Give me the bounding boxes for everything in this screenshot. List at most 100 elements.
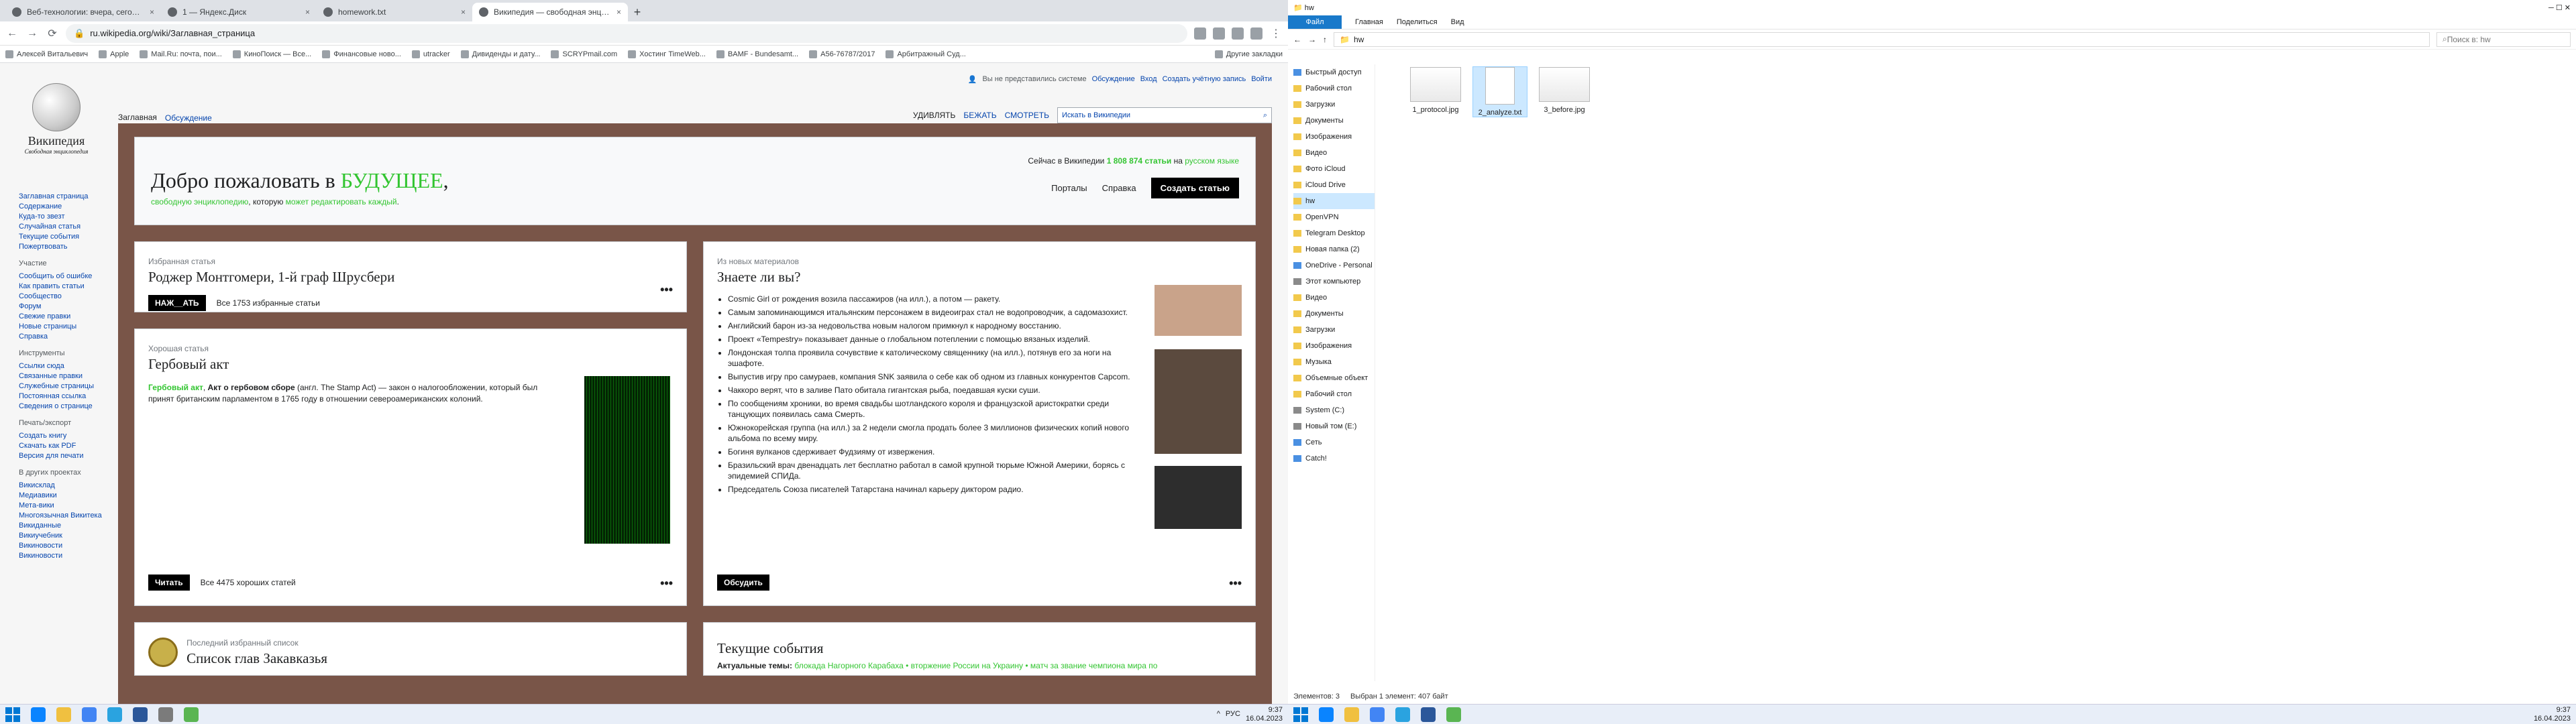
nav-item[interactable]: Объемные объект bbox=[1293, 370, 1375, 386]
nav-item[interactable]: Видео bbox=[1293, 290, 1375, 306]
discuss-button[interactable]: Обсудить bbox=[717, 575, 769, 591]
language-indicator[interactable]: РУС bbox=[1226, 710, 1240, 719]
sidebar-link[interactable]: Текущие события bbox=[19, 232, 102, 242]
extension-icon[interactable] bbox=[1213, 27, 1225, 40]
anyone-can-edit-link[interactable]: может редактировать каждый bbox=[286, 197, 397, 206]
all-featured-link[interactable]: Все 1753 избранные статьи bbox=[217, 298, 320, 308]
word-icon[interactable] bbox=[1421, 707, 1436, 722]
other-bookmarks[interactable]: Другие закладки bbox=[1214, 50, 1283, 58]
sidebar-link[interactable]: Многоязычная Викитека bbox=[19, 511, 102, 521]
nav-item[interactable]: Новый том (E:) bbox=[1293, 418, 1375, 434]
ribbon-view[interactable]: Вид bbox=[1451, 18, 1464, 26]
list-title[interactable]: Список глав Закавказья bbox=[186, 650, 327, 667]
sidebar-link[interactable]: Сообщество bbox=[19, 292, 102, 302]
nav-item[interactable]: Документы bbox=[1293, 113, 1375, 129]
help-button[interactable]: Справка bbox=[1102, 183, 1136, 193]
back-icon[interactable]: ← bbox=[5, 27, 19, 40]
create-account-link[interactable]: Создать учётную запись bbox=[1163, 75, 1246, 84]
tab-1[interactable]: Веб-технологии: вчера, сегодн... × bbox=[5, 3, 161, 21]
search-field[interactable]: ⌕ Поиск в: hw bbox=[2436, 32, 2571, 47]
clock[interactable]: ^ РУС 9:37 16.04.2023 bbox=[1217, 706, 1283, 723]
nav-item[interactable]: Загрузки bbox=[1293, 97, 1375, 113]
sidebar-link[interactable]: Мета-вики bbox=[19, 501, 102, 511]
close-icon[interactable]: × bbox=[461, 7, 466, 17]
nav-item[interactable]: Этот компьютер bbox=[1293, 274, 1375, 290]
file-item[interactable]: 2_analyze.txt bbox=[1472, 66, 1527, 117]
nav-item[interactable]: Сеть bbox=[1293, 434, 1375, 450]
sidebar-link[interactable]: Новые страницы bbox=[19, 322, 102, 332]
free-encyclopedia-link[interactable]: свободную энциклопедию bbox=[151, 197, 248, 206]
nav-item[interactable]: Изображения bbox=[1293, 338, 1375, 354]
matrix-image[interactable] bbox=[584, 376, 670, 544]
wikipedia-logo[interactable]: Википедия Свободная энциклопедия bbox=[23, 83, 90, 157]
reload-icon[interactable]: ⟳ bbox=[46, 27, 59, 40]
sidebar-link[interactable]: Викисклад bbox=[19, 481, 102, 491]
more-icon[interactable]: ••• bbox=[660, 577, 673, 591]
nav-item[interactable]: Новая папка (2) bbox=[1293, 241, 1375, 257]
close-icon[interactable]: × bbox=[616, 7, 621, 17]
good-article-title[interactable]: Гербовый акт bbox=[148, 356, 673, 373]
topic-links[interactable]: блокада Нагорного Карабаха • вторжение Р… bbox=[794, 661, 1157, 670]
menu-icon[interactable]: ⋮ bbox=[1269, 27, 1283, 40]
search-input[interactable]: Искать в Википедии ⌕ bbox=[1057, 107, 1272, 123]
edge-icon[interactable] bbox=[1319, 707, 1334, 722]
contributions-link[interactable]: Вход bbox=[1140, 75, 1157, 84]
bookmark[interactable]: Финансовые ново... bbox=[322, 50, 401, 58]
telegram-icon[interactable] bbox=[1395, 707, 1410, 722]
bookmark[interactable]: SCRYPmail.com bbox=[551, 50, 617, 58]
sidebar-link[interactable]: Заглавная страница bbox=[19, 192, 102, 202]
nav-item[interactable]: OpenVPN bbox=[1293, 209, 1375, 225]
extension-icon[interactable] bbox=[1194, 27, 1206, 40]
app-icon[interactable] bbox=[158, 707, 173, 722]
explorer-icon[interactable] bbox=[56, 707, 71, 722]
nav-item[interactable]: OneDrive - Personal bbox=[1293, 257, 1375, 274]
telegram-icon[interactable] bbox=[107, 707, 122, 722]
more-icon[interactable]: ••• bbox=[660, 283, 673, 297]
ribbon-share[interactable]: Поделиться bbox=[1397, 18, 1438, 26]
create-article-button[interactable]: Создать статью bbox=[1150, 178, 1239, 198]
start-icon[interactable] bbox=[1293, 707, 1308, 722]
clock[interactable]: 9:37 16.04.2023 bbox=[2534, 706, 2571, 723]
extension-icon[interactable] bbox=[1232, 27, 1244, 40]
suit-photo[interactable] bbox=[1155, 466, 1242, 529]
sidebar-link[interactable]: Медиавики bbox=[19, 491, 102, 501]
bookmark[interactable]: Арбитражный Суд... bbox=[885, 50, 966, 58]
nav-item[interactable]: Рабочий стол bbox=[1293, 386, 1375, 402]
sidebar-link[interactable]: Содержание bbox=[19, 202, 102, 212]
start-icon[interactable] bbox=[5, 707, 20, 722]
tab-3[interactable]: homework.txt × bbox=[317, 3, 472, 21]
sidebar-link[interactable]: Версия для печати bbox=[19, 451, 102, 461]
nav-item[interactable]: hw bbox=[1293, 193, 1375, 209]
sidebar-link[interactable]: Случайная статья bbox=[19, 222, 102, 232]
chrome-icon[interactable] bbox=[1370, 707, 1385, 722]
sidebar-link[interactable]: Связанные правки bbox=[19, 371, 102, 381]
tab-main-page[interactable]: Заглавная bbox=[118, 113, 157, 123]
all-good-link[interactable]: Все 4475 хороших статей bbox=[201, 578, 296, 587]
back-icon[interactable]: ← bbox=[1293, 35, 1301, 44]
ribbon-home[interactable]: Главная bbox=[1355, 18, 1383, 26]
sidebar-link[interactable]: Викиновости bbox=[19, 541, 102, 551]
tab-edit[interactable]: БЕЖАТЬ bbox=[963, 111, 996, 120]
file-item[interactable]: 1_protocol.jpg bbox=[1409, 67, 1462, 117]
explorer-icon[interactable] bbox=[1344, 707, 1359, 722]
sidebar-link[interactable]: Создать книгу bbox=[19, 431, 102, 441]
featured-title[interactable]: Роджер Монтгомери, 1-й граф Шрусбери bbox=[148, 269, 673, 286]
tab-read[interactable]: УДИВЛЯТЬ bbox=[913, 111, 955, 120]
close-icon[interactable]: × bbox=[305, 7, 310, 17]
sidebar-link[interactable]: Служебные страницы bbox=[19, 381, 102, 391]
tray-up-icon[interactable]: ^ bbox=[1217, 710, 1220, 719]
nav-item[interactable]: Фото iCloud bbox=[1293, 161, 1375, 177]
more-icon[interactable]: ••• bbox=[1229, 577, 1242, 591]
sidebar-link[interactable]: Пожертвовать bbox=[19, 242, 102, 252]
word-icon[interactable] bbox=[133, 707, 148, 722]
sidebar-link[interactable]: Викиновости bbox=[19, 551, 102, 561]
read-featured-button[interactable]: НАЖ__АТЬ bbox=[148, 295, 206, 311]
bookmark[interactable]: A56-76787/2017 bbox=[809, 50, 875, 58]
nav-item[interactable]: iCloud Drive bbox=[1293, 177, 1375, 193]
bookmark[interactable]: Дивиденды и дату... bbox=[460, 50, 540, 58]
sidebar-link[interactable]: Свежие правки bbox=[19, 312, 102, 322]
sidebar-link[interactable]: Сообщить об ошибке bbox=[19, 272, 102, 282]
tab-2[interactable]: 1 — Яндекс.Диск × bbox=[161, 3, 317, 21]
sidebar-link[interactable]: Куда-то звезт bbox=[19, 212, 102, 222]
sidebar-link[interactable]: Справка bbox=[19, 332, 102, 342]
